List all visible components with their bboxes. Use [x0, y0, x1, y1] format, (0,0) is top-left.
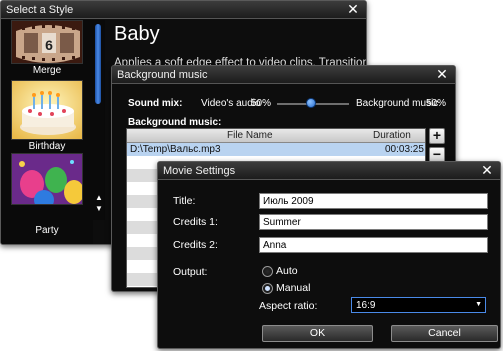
chevron-down-icon[interactable]: ▼: [475, 301, 482, 308]
table-row[interactable]: D:\Temp\Вальс.mp3 00:03:25: [127, 143, 425, 156]
background-music-title: Background music: [117, 69, 208, 81]
style-label-birthday: Birthday: [28, 141, 66, 152]
credits1-field-label: Credits 1:: [173, 216, 218, 228]
credits2-field-label: Credits 2:: [173, 239, 218, 251]
background-music-label: Background music:: [128, 117, 222, 128]
sound-mix-label: Sound mix:: [128, 98, 183, 109]
aspect-ratio-value: 16:9: [356, 300, 376, 311]
column-header-file-name[interactable]: File Name: [227, 130, 273, 141]
row-file-name: D:\Temp\Вальс.mp3: [130, 144, 221, 155]
style-thumb-merge[interactable]: 6: [11, 20, 83, 64]
table-header: File Name Duration: [127, 129, 425, 143]
row-duration: 00:03:25: [385, 144, 424, 155]
film-reel-image: 6: [12, 21, 82, 63]
style-thumb-party[interactable]: [11, 153, 83, 205]
arrow-up-icon[interactable]: ▲: [93, 193, 105, 202]
merge-thumb-number: 6: [45, 37, 53, 53]
movie-settings-title: Movie Settings: [163, 165, 236, 177]
title-field-label: Title:: [173, 195, 196, 207]
column-header-duration[interactable]: Duration: [373, 130, 411, 141]
sound-mix-slider-knob[interactable]: [306, 98, 316, 108]
close-icon[interactable]: ✕: [346, 2, 360, 16]
arrow-down-icon[interactable]: ▼: [93, 204, 105, 213]
selected-style-heading: Baby: [114, 23, 160, 45]
movie-settings-titlebar[interactable]: Movie Settings ✕: [158, 162, 500, 180]
style-label-merge: Merge: [32, 65, 62, 76]
style-list-scrollbar[interactable]: ▲ ▼: [93, 20, 105, 220]
output-label: Output:: [173, 266, 208, 278]
party-balloons-image: [12, 154, 82, 204]
birthday-cake-image: [12, 81, 82, 139]
close-icon[interactable]: ✕: [480, 163, 494, 177]
background-music-value: 50%: [426, 98, 447, 109]
output-auto-label[interactable]: Auto: [276, 265, 298, 277]
output-manual-label[interactable]: Manual: [276, 282, 310, 294]
aspect-ratio-select[interactable]: 16:9 ▼: [351, 297, 486, 313]
credits2-field[interactable]: Anna: [259, 237, 488, 253]
style-list[interactable]: 6 Merge Birthday Party: [1, 20, 93, 244]
movie-settings-window: Movie Settings ✕ Title: Июль 2009 Credit…: [157, 161, 501, 349]
ok-button[interactable]: OK: [262, 325, 373, 342]
select-style-title: Select a Style: [6, 4, 74, 16]
style-thumb-birthday[interactable]: [11, 80, 83, 140]
cancel-button[interactable]: Cancel: [391, 325, 498, 342]
style-label-party: Party: [35, 225, 59, 236]
output-manual-radio[interactable]: [262, 283, 273, 294]
background-music-titlebar[interactable]: Background music ✕: [112, 66, 455, 84]
title-field[interactable]: Июль 2009: [259, 193, 488, 209]
aspect-ratio-label: Aspect ratio:: [259, 300, 318, 312]
select-style-titlebar[interactable]: Select a Style ✕: [1, 1, 366, 19]
videos-audio-value: 50%: [251, 98, 272, 109]
close-icon[interactable]: ✕: [435, 67, 449, 81]
output-auto-radio[interactable]: [262, 266, 273, 277]
credits1-field[interactable]: Summer: [259, 214, 488, 230]
scrollbar-thumb[interactable]: [95, 24, 101, 104]
add-music-button[interactable]: +: [429, 128, 445, 144]
